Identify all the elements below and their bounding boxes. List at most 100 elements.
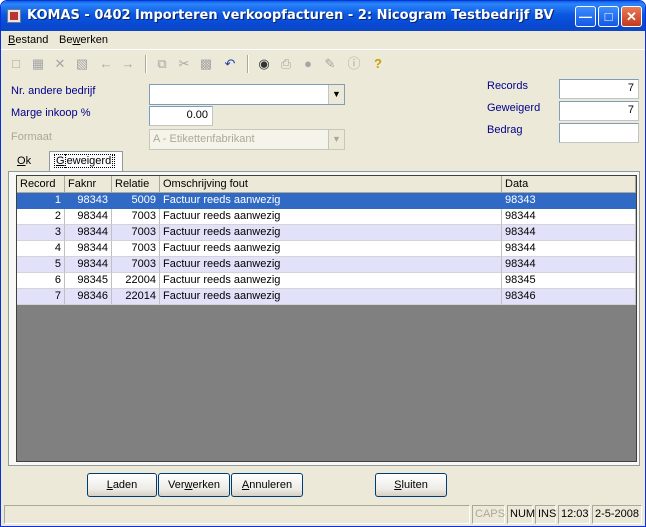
app-icon[interactable] [7, 9, 21, 23]
records-label: Records [487, 80, 528, 92]
table-cell: Factuur reeds aanwezig [160, 273, 502, 289]
column-header-data[interactable]: Data [502, 176, 636, 193]
table-cell: 2 [17, 209, 65, 225]
chevron-down-icon[interactable]: ▼ [328, 130, 344, 149]
info-icon[interactable]: ⓘ [345, 55, 363, 73]
table-row[interactable]: 6 98345 22004 Factuur reeds aanwezig 98345 [17, 273, 636, 289]
menu-bar: Bestand Bewerken [1, 31, 645, 50]
tab-ok[interactable]: Ok [13, 152, 35, 172]
question-icon[interactable]: ? [369, 55, 387, 73]
status-message-pane [4, 505, 470, 524]
table-cell: 98344 [502, 209, 636, 225]
table-cell: 7003 [112, 209, 160, 225]
table-row[interactable]: 7 98346 22014 Factuur reeds aanwezig 98346 [17, 289, 636, 305]
formaat-label: Formaat [11, 131, 52, 143]
close-button[interactable]: ✕ [621, 6, 642, 27]
table-cell: Factuur reeds aanwezig [160, 193, 502, 209]
table-cell: Factuur reeds aanwezig [160, 257, 502, 273]
table-cell: 98344 [65, 257, 112, 273]
table-cell: Factuur reeds aanwezig [160, 225, 502, 241]
table-cell: 5 [17, 257, 65, 273]
table-row[interactable]: 4 98344 7003 Factuur reeds aanwezig 98344 [17, 241, 636, 257]
table-cell: 3 [17, 225, 65, 241]
table-cell: 98344 [65, 241, 112, 257]
table-cell: 98343 [502, 193, 636, 209]
marge-inkoop-input[interactable]: 0.00 [149, 106, 213, 126]
table-cell: 22014 [112, 289, 160, 305]
grid-header: Record Faknr Relatie Omschrijving fout D… [17, 176, 636, 193]
toolbar: □ ▦ ✕ ▧ ← → ⧉ ✂ ▩ ↶ ◉ ⎙ ● ✎ ⓘ ? [3, 52, 643, 76]
table-cell: Factuur reeds aanwezig [160, 241, 502, 257]
back-arrow-icon[interactable]: ← [97, 55, 115, 73]
table-cell: 5009 [112, 193, 160, 209]
status-bar: CAPS NUM INS 12:03 2-5-2008 [1, 504, 645, 526]
table-cell: 98345 [502, 273, 636, 289]
column-header-record[interactable]: Record [17, 176, 65, 193]
formaat-combo[interactable]: A - Etikettenfabrikant ▼ [149, 129, 345, 150]
chevron-down-icon[interactable]: ▼ [328, 85, 344, 104]
save-as-icon[interactable]: ▧ [73, 55, 91, 73]
table-cell: 98346 [65, 289, 112, 305]
delete-icon[interactable]: ✕ [51, 55, 69, 73]
edit-icon[interactable]: ✎ [321, 55, 339, 73]
print-icon[interactable]: ⎙ [277, 55, 295, 73]
table-cell: Factuur reeds aanwezig [160, 209, 502, 225]
minimize-icon: — [579, 9, 592, 24]
sluiten-button[interactable]: Sluiten [375, 473, 447, 497]
help-balloon-icon[interactable]: ● [299, 55, 317, 73]
new-icon[interactable]: □ [7, 55, 25, 73]
copy-icon[interactable]: ⧉ [153, 55, 171, 73]
table-cell: 7003 [112, 257, 160, 273]
toolbar-separator [145, 55, 147, 73]
laden-button[interactable]: Laden [87, 473, 157, 497]
table-row[interactable]: 2 98344 7003 Factuur reeds aanwezig 98344 [17, 209, 636, 225]
column-header-faknr[interactable]: Faknr [65, 176, 112, 193]
caps-indicator: CAPS [472, 505, 505, 524]
maximize-button[interactable]: □ [598, 6, 619, 27]
maximize-icon: □ [604, 9, 613, 24]
table-cell: 98344 [65, 209, 112, 225]
table-cell: 7003 [112, 241, 160, 257]
table-cell: Factuur reeds aanwezig [160, 289, 502, 305]
paste-icon[interactable]: ▩ [197, 55, 215, 73]
num-indicator: NUM [507, 505, 535, 524]
marge-inkoop-label: Marge inkoop % [11, 107, 91, 119]
title-bar[interactable]: KOMAS - 0402 Importeren verkoopfacturen … [1, 1, 645, 31]
table-cell: 98344 [502, 241, 636, 257]
toolbar-separator [247, 55, 249, 73]
status-time: 12:03 [558, 505, 590, 524]
geweigerd-field: 7 [559, 101, 639, 121]
table-cell: 22004 [112, 273, 160, 289]
rejected-grid[interactable]: Record Faknr Relatie Omschrijving fout D… [16, 175, 637, 462]
ins-indicator: INS [535, 505, 556, 524]
verwerken-button[interactable]: Verwerken [158, 473, 230, 497]
records-field: 7 [559, 79, 639, 99]
table-row[interactable]: 1 98343 5009 Factuur reeds aanwezig 98343 [17, 193, 636, 209]
table-cell: 98344 [502, 225, 636, 241]
cut-icon[interactable]: ✂ [175, 55, 193, 73]
tab-geweigerd[interactable]: Geweigerd [49, 151, 123, 172]
forward-arrow-icon[interactable]: → [119, 55, 137, 73]
menu-bestand[interactable]: Bestand [8, 34, 48, 46]
table-row[interactable]: 5 98344 7003 Factuur reeds aanwezig 98344 [17, 257, 636, 273]
column-header-omschrijving[interactable]: Omschrijving fout [160, 176, 502, 193]
column-header-relatie[interactable]: Relatie [112, 176, 160, 193]
table-cell: 98343 [65, 193, 112, 209]
tab-panel: Record Faknr Relatie Omschrijving fout D… [8, 171, 640, 466]
menu-bewerken[interactable]: Bewerken [59, 34, 108, 46]
nr-andere-bedrijf-combo[interactable]: ▼ [149, 84, 345, 105]
undo-icon[interactable]: ↶ [221, 55, 239, 73]
table-cell: 98345 [65, 273, 112, 289]
table-cell: 7 [17, 289, 65, 305]
save-icon[interactable]: ▦ [29, 55, 47, 73]
table-cell: 98344 [502, 257, 636, 273]
table-row[interactable]: 3 98344 7003 Factuur reeds aanwezig 98344 [17, 225, 636, 241]
bedrag-label: Bedrag [487, 124, 523, 136]
minimize-button[interactable]: — [575, 6, 596, 27]
annuleren-button[interactable]: Annuleren [231, 473, 303, 497]
find-icon[interactable]: ◉ [255, 55, 273, 73]
bedrag-field [559, 123, 639, 143]
status-date: 2-5-2008 [592, 505, 642, 524]
table-cell: 4 [17, 241, 65, 257]
table-cell: 1 [17, 193, 65, 209]
